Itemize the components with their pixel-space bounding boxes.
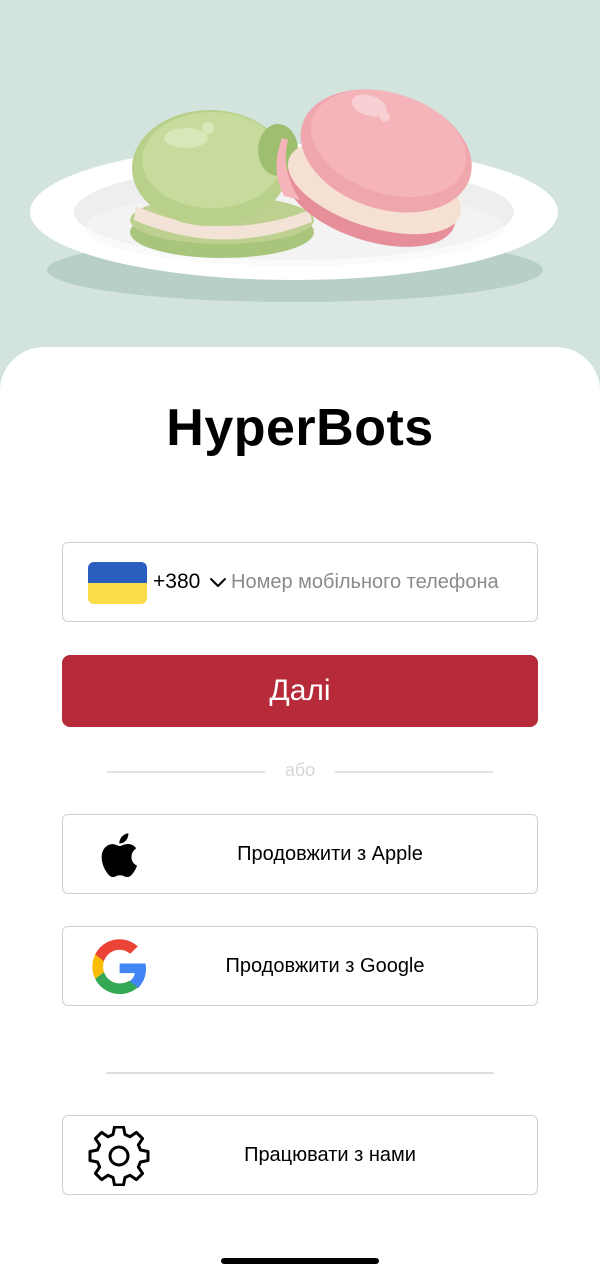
- dial-code[interactable]: +380: [153, 570, 200, 594]
- continue-with-google-button[interactable]: Продовжити з Google: [62, 926, 538, 1006]
- or-divider: або: [107, 760, 493, 784]
- hero-illustration: [0, 0, 600, 400]
- work-with-us-label: Працювати з нами: [244, 1144, 416, 1166]
- app-title: HyperBots: [166, 399, 434, 457]
- macarons-illustration: [0, 0, 600, 400]
- google-button-label: Продовжити з Google: [225, 955, 425, 977]
- work-with-us-button[interactable]: Працювати з нами: [62, 1115, 538, 1195]
- continue-with-apple-button[interactable]: Продовжити з Apple: [62, 814, 538, 894]
- apple-button-label: Продовжити з Apple: [237, 843, 423, 865]
- next-button[interactable]: Далі: [62, 655, 538, 727]
- home-indicator: [221, 1258, 379, 1264]
- section-divider: [106, 1072, 494, 1074]
- chevron-down-icon[interactable]: [208, 573, 228, 593]
- phone-input[interactable]: [231, 561, 513, 603]
- divider-line-right: [335, 771, 493, 773]
- phone-field[interactable]: +380: [62, 542, 538, 622]
- ukraine-flag-icon[interactable]: [88, 562, 147, 604]
